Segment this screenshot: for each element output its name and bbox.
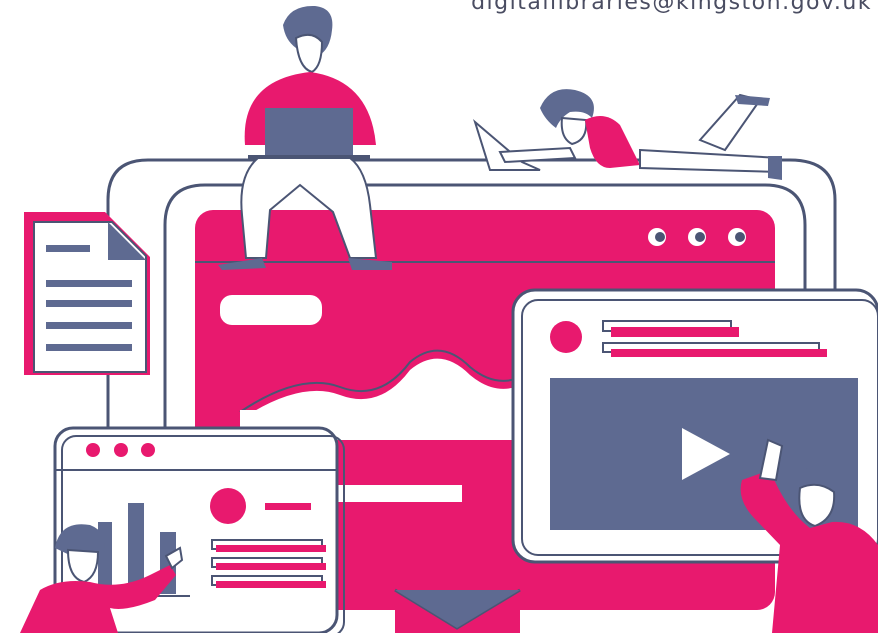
digital-library-illustration — [20, 5, 878, 633]
document-icon — [24, 212, 150, 375]
email-envelope-icon — [394, 588, 521, 633]
lying-person-figure — [473, 89, 782, 180]
promo-page: digitallibraries@kingston.gov.uk — [0, 0, 878, 633]
search-bar-shape — [220, 295, 322, 325]
window-control-dots — [648, 228, 746, 246]
text-bar — [330, 485, 462, 502]
